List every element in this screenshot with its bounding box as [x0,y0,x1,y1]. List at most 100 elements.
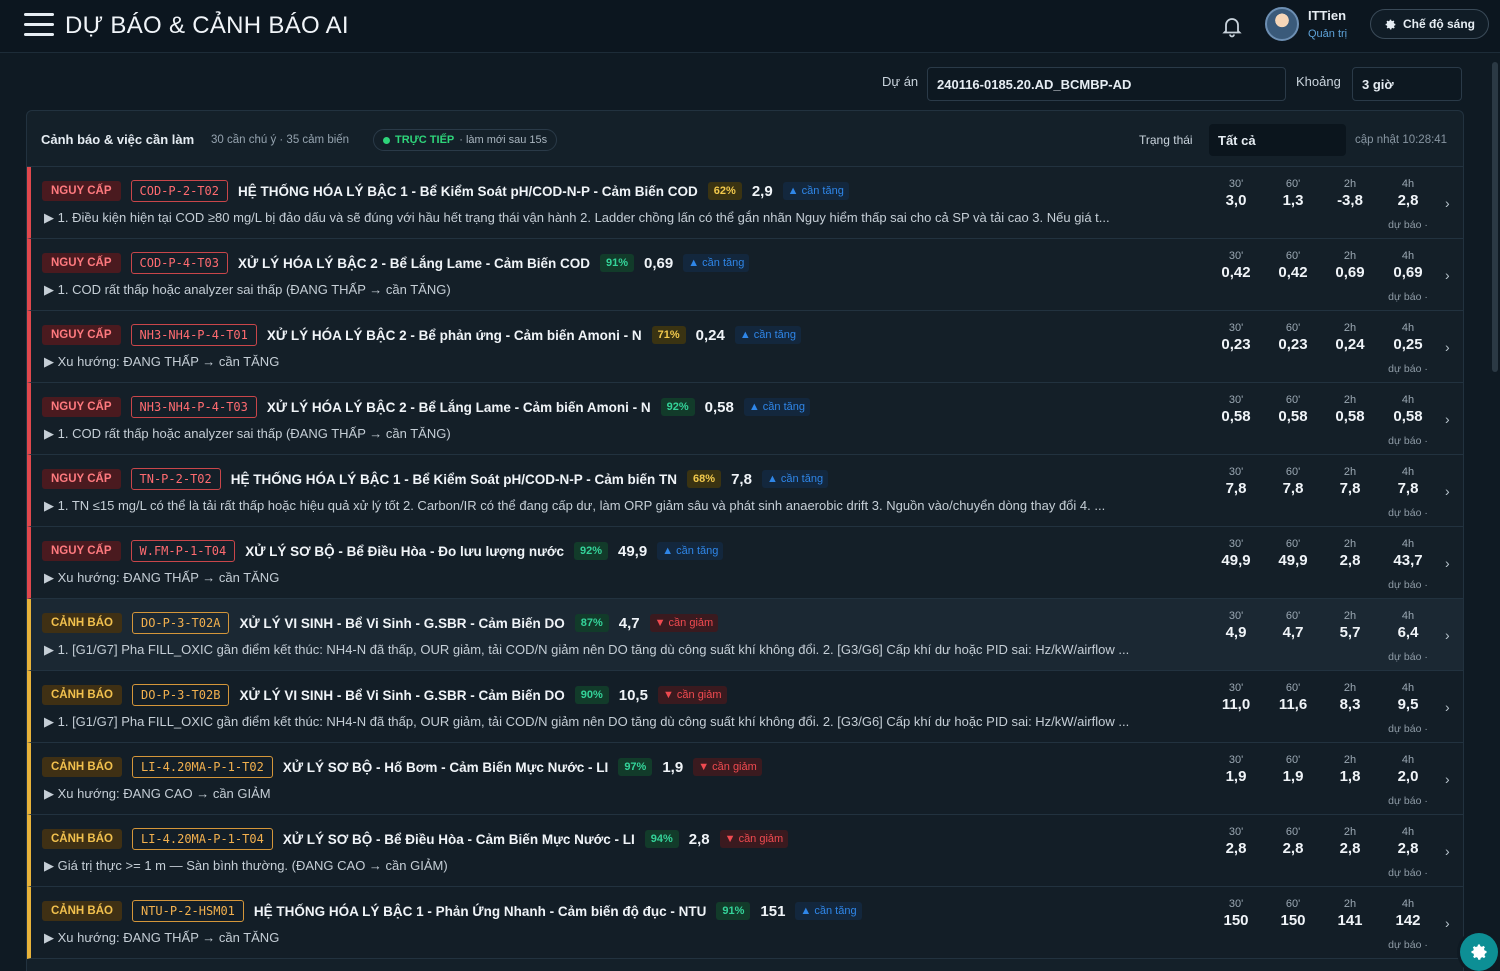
chevron-right-icon[interactable]: › [1445,843,1450,859]
alert-title: XỬ LÝ HÓA LÝ BẬC 2 - Bể Lắng Lame - Cảm … [266,399,651,415]
alert-row-header: NGUY CẤP COD-P-2-T02 HỆ THỐNG HÓA LÝ BẬC 1… [42,180,849,202]
alert-row[interactable]: NGUY CẤP COD-P-2-T02 HỆ THỐNG HÓA LÝ BẬC 1… [27,167,1463,239]
light-mode-button[interactable]: Chế độ sáng [1370,9,1489,39]
forecast-cell: 60' 0,42 [1273,250,1313,281]
chevron-right-icon[interactable]: › [1445,915,1450,931]
forecast-value: 1,8 [1339,768,1361,785]
range-select[interactable]: 3 giờ [1352,67,1462,101]
hamburger-menu-icon[interactable] [24,13,54,37]
settings-fab-button[interactable] [1460,933,1498,971]
sensor-code-tag[interactable]: DO-P-3-T02B [131,684,230,706]
forecast-value: 2,8 [1282,840,1304,857]
alert-row[interactable]: NGUY CẤP NH3-NH4-P-4-T03 XỬ LÝ HÓA LÝ BẬC … [27,383,1463,455]
chevron-right-icon[interactable]: › [1445,195,1450,211]
page-title: DỰ BÁO & CẢNH BÁO AI [65,12,349,39]
forecast-cell: 2h 0,58 [1330,394,1370,425]
alert-description[interactable]: ▶ 1. TN ≤15 mg/L có thể là tải rất thấp … [44,498,1204,514]
sensor-code-tag[interactable]: COD-P-4-T03 [130,252,228,274]
forecast-value: 0,23 [1221,336,1251,353]
forecast-value: 7,8 [1339,480,1361,497]
alert-row[interactable]: NGUY CẤP NH3-NH4-P-4-T01 XỬ LÝ HÓA LÝ BẬC … [27,311,1463,383]
alert-description[interactable]: ▶ Xu hướng: ĐANG THẤP → cần TĂNG [44,354,1204,370]
forecast-value: 0,58 [1221,408,1251,425]
project-select[interactable]: 240116-0185.20.AD_BCMBP-AD [927,67,1286,101]
sensor-code-tag[interactable]: NH3-NH4-P-4-T01 [130,324,257,346]
alert-description[interactable]: ▶ 1. Điều kiện hiện tại COD ≥80 mg/L bị … [44,210,1204,226]
avatar[interactable] [1265,7,1299,41]
forecast-horizon-label: 30' [1228,178,1244,190]
alert-row-header: NGUY CẤP NH3-NH4-P-4-T01 XỬ LÝ HÓA LÝ BẬC … [42,324,802,346]
forecast-value: 49,9 [1278,552,1308,569]
sensor-code-tag[interactable]: NTU-P-2-HSM01 [131,900,244,922]
forecast-value: 4,9 [1225,624,1247,641]
forecast-caption: dự báo · [1388,867,1428,879]
trend-badge: ▲ cần tăng [795,902,862,920]
alert-row[interactable]: NGUY CẤP TN-P-2-T02 HỆ THỐNG HÓA LÝ BẬC 1 … [27,455,1463,527]
forecast-cell: 4h 43,7 [1388,538,1428,569]
chevron-right-icon[interactable]: › [1445,627,1450,643]
alert-title: XỬ LÝ SƠ BỘ - Hố Bơm - Cảm Biến Mực Nước… [282,759,609,775]
alert-title: HỆ THỐNG HÓA LÝ BẬC 1 - Phản Ứng Nhanh -… [253,903,707,919]
chevron-right-icon[interactable]: › [1445,771,1450,787]
alert-row[interactable]: CẢNH BÁO NTU-P-2-HSM01 HỆ THỐNG HÓA LÝ BẬC… [27,887,1463,959]
alert-description[interactable]: ▶ 1. COD rất thấp hoặc analyzer sai thấp… [44,282,1204,298]
page-scrollbar[interactable] [1492,62,1498,372]
sensor-code-tag[interactable]: NH3-NH4-P-4-T03 [130,396,257,418]
alert-description[interactable]: ▶ 1. COD rất thấp hoặc analyzer sai thấp… [44,426,1204,442]
forecast-value: 0,69 [1335,264,1365,281]
alert-description[interactable]: ▶ Xu hướng: ĐANG THẤP → cần TĂNG [44,930,1204,946]
chevron-right-icon[interactable]: › [1445,483,1450,499]
alert-description[interactable]: ▶ 1. [G1/G7] Pha FILL_OXIC gần điểm kết … [44,714,1204,730]
status-filter-select[interactable]: Tất cả [1209,124,1346,156]
sensor-code-tag[interactable]: COD-P-2-T02 [130,180,228,202]
alert-row-header: NGUY CẤP NH3-NH4-P-4-T03 XỬ LÝ HÓA LÝ BẬC … [42,396,811,418]
alert-row-header: CẢNH BÁO DO-P-3-T02A XỬ LÝ VI SINH - Bể Vi… [42,612,719,634]
forecast-value: 1,9 [1282,768,1304,785]
chevron-right-icon[interactable]: › [1445,699,1450,715]
live-dot-icon [383,136,390,144]
chevron-right-icon[interactable]: › [1445,267,1450,283]
alert-description[interactable]: ▶ Xu hướng: ĐANG CAO → cần GIẢM [44,786,1204,802]
chevron-right-icon[interactable]: › [1445,339,1450,355]
status-filter-label: Trạng thái [1139,133,1193,147]
forecast-value: 0,58 [1278,408,1308,425]
alert-row-header: NGUY CẤP W.FM-P-1-T04 XỬ LÝ SƠ BỘ - Bể Điề… [42,540,724,562]
current-value: 0,69 [644,254,674,272]
alert-row[interactable]: CẢNH BÁO LI-4.20MA-P-1-T02 XỬ LÝ SƠ BỘ - H… [27,743,1463,815]
forecast-horizon-label: 60' [1285,754,1301,766]
chevron-right-icon[interactable]: › [1445,411,1450,427]
forecast-cell: 4h 0,69 [1388,250,1428,281]
alert-row[interactable]: CẢNH BÁO DO-P-3-T02B XỬ LÝ VI SINH - Bể Vi… [27,671,1463,743]
alert-row[interactable]: NGUY CẤP COD-P-4-T03 XỬ LÝ HÓA LÝ BẬC 2 - … [27,239,1463,311]
alert-row[interactable]: CẢNH BÁO DO-P-3-T02A XỬ LÝ VI SINH - Bể Vi… [27,599,1463,671]
current-value: 151 [760,902,786,920]
confidence-badge: 94% [644,830,679,848]
confidence-badge: 87% [574,614,609,632]
alert-description[interactable]: ▶ Giá trị thực >= 1 m — Sàn bình thường.… [44,858,1204,874]
live-indicator: TRỰC TIẾP · làm mới sau 15s [373,129,558,151]
forecast-horizon-label: 4h [1401,322,1415,334]
forecast-value: 4,7 [1282,624,1304,641]
severity-badge: CẢNH BÁO [42,685,122,705]
forecast-value: 0,58 [1393,408,1423,425]
alert-row[interactable]: NGUY CẤP W.FM-P-1-T04 XỬ LÝ SƠ BỘ - Bể Điề… [27,527,1463,599]
alert-description[interactable]: ▶ Xu hướng: ĐANG THẤP → cần TĂNG [44,570,1204,586]
forecast-value: 3,0 [1225,192,1247,209]
bell-icon[interactable] [1220,14,1244,38]
chevron-right-icon[interactable]: › [1445,555,1450,571]
sensor-code-tag[interactable]: TN-P-2-T02 [130,468,221,490]
confidence-badge: 91% [716,902,751,920]
sensor-code-tag[interactable]: LI-4.20MA-P-1-T04 [131,828,273,850]
sensor-code-tag[interactable]: LI-4.20MA-P-1-T02 [131,756,273,778]
sensor-code-tag[interactable]: DO-P-3-T02A [131,612,230,634]
alert-description[interactable]: ▶ 1. [G1/G7] Pha FILL_OXIC gần điểm kết … [44,642,1204,658]
forecast-horizon-label: 30' [1228,322,1244,334]
forecast-cell: 4h 2,0 [1388,754,1428,785]
sensor-code-tag[interactable]: W.FM-P-1-T04 [130,540,236,562]
forecast-horizon-label: 30' [1228,898,1244,910]
severity-badge: NGUY CẤP [42,469,121,489]
forecast-value: 2,8 [1397,192,1419,209]
forecast-cell: 30' 49,9 [1216,538,1256,569]
alert-row[interactable]: CẢNH BÁO LI-4.20MA-P-1-T04 XỬ LÝ SƠ BỘ - B… [27,815,1463,887]
forecast-value: 7,8 [1282,480,1304,497]
